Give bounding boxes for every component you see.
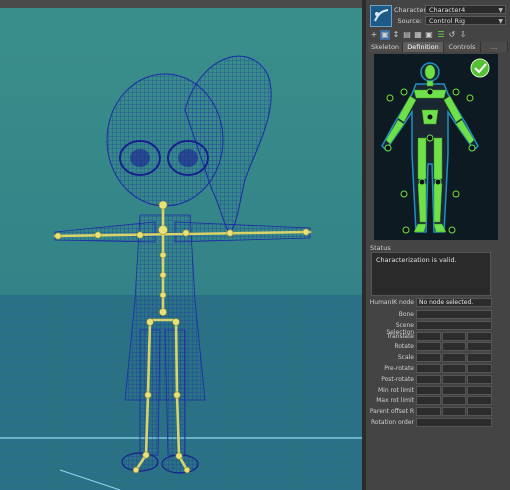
definition-mode-icon[interactable]: ▣: [380, 30, 390, 40]
property-field-z[interactable]: [467, 353, 492, 363]
delete-icon[interactable]: ▣: [424, 30, 434, 40]
tab-bar: Skeleton Definition Controls …: [368, 42, 508, 52]
valid-check-icon: [470, 58, 490, 78]
viewport-scene[interactable]: [0, 0, 362, 490]
add-character-icon[interactable]: +: [369, 30, 379, 40]
property-field-z[interactable]: [467, 364, 492, 373]
property-label: Pre-rotate: [384, 365, 414, 372]
status-message: Characterization is valid.: [376, 256, 457, 264]
character-label: Character:: [394, 6, 429, 14]
tab-skeleton[interactable]: Skeleton: [368, 42, 403, 52]
property-field-x[interactable]: [416, 342, 441, 352]
property-field-y[interactable]: [441, 374, 467, 384]
property-field-z[interactable]: [467, 331, 492, 341]
property-field-y[interactable]: [441, 331, 467, 341]
viewport-3d[interactable]: [0, 0, 362, 490]
property-label: Max rot limit: [376, 397, 414, 405]
open-folder-icon[interactable]: ▤: [402, 30, 412, 40]
tab-more[interactable]: …: [481, 42, 508, 52]
source-dropdown[interactable]: Control Rig ▼: [425, 16, 506, 25]
property-label: Translate: [386, 332, 414, 340]
humanik-panel: Character: Character4 ▼ Source: Control …: [366, 0, 510, 490]
source-dropdown-value: Control Rig: [429, 17, 466, 25]
lock-icon[interactable]: ☰: [436, 30, 446, 40]
humanik-logo-icon: [370, 5, 392, 27]
property-field[interactable]: [416, 418, 492, 427]
chevron-down-icon: ▼: [498, 18, 503, 25]
property-field-x[interactable]: [416, 396, 441, 406]
property-field-x[interactable]: [416, 374, 441, 384]
refresh-icon[interactable]: ↺: [447, 30, 457, 40]
property-label: Rotation order: [371, 419, 414, 426]
property-field-x[interactable]: [416, 353, 441, 363]
property-field-x[interactable]: [416, 331, 441, 341]
definition-figure[interactable]: [374, 54, 498, 240]
property-label: Rotate: [394, 343, 414, 351]
property-field[interactable]: [416, 320, 492, 330]
status-box: Characterization is valid.: [371, 252, 491, 296]
property-field-y[interactable]: [441, 407, 467, 417]
property-field-x[interactable]: [416, 364, 441, 373]
property-field-y[interactable]: [441, 342, 467, 352]
property-label: Scale: [397, 354, 414, 362]
chevron-down-icon: ▼: [498, 7, 503, 14]
property-label: Bone: [398, 311, 414, 318]
property-field-z[interactable]: [467, 374, 492, 384]
property-field-x[interactable]: [416, 407, 441, 417]
property-label: Min rot limit: [377, 386, 414, 394]
body-outline: [381, 62, 479, 233]
tab-controls[interactable]: Controls: [444, 42, 481, 52]
property-field-x[interactable]: [416, 385, 441, 395]
humanik-node-label: HumanIK node: [369, 299, 414, 306]
source-label: Source:: [397, 17, 422, 25]
property-label: Post-rotate: [381, 375, 414, 383]
save-icon[interactable]: ▦: [413, 30, 423, 40]
character-dropdown[interactable]: Character4 ▼: [425, 5, 506, 14]
status-label: Status: [370, 244, 391, 252]
property-field[interactable]: [416, 310, 492, 319]
menu-icon[interactable]: ⇩: [458, 30, 468, 40]
property-field-y[interactable]: [441, 396, 467, 406]
property-field-z[interactable]: [467, 385, 492, 395]
property-label: Parent offset R: [369, 408, 414, 416]
property-field-z[interactable]: [467, 396, 492, 406]
property-field-y[interactable]: [441, 364, 467, 373]
property-field-z[interactable]: [467, 342, 492, 352]
tab-definition[interactable]: Definition: [403, 42, 444, 52]
property-field-z[interactable]: [467, 407, 492, 417]
property-field-y[interactable]: [441, 353, 467, 363]
character-dropdown-value: Character4: [429, 6, 466, 14]
property-field-y[interactable]: [441, 385, 467, 395]
humanik-node-field[interactable]: No node selected.: [416, 298, 492, 307]
mirror-icon[interactable]: ↕: [391, 30, 401, 40]
viewport-top-strip: [0, 0, 362, 8]
